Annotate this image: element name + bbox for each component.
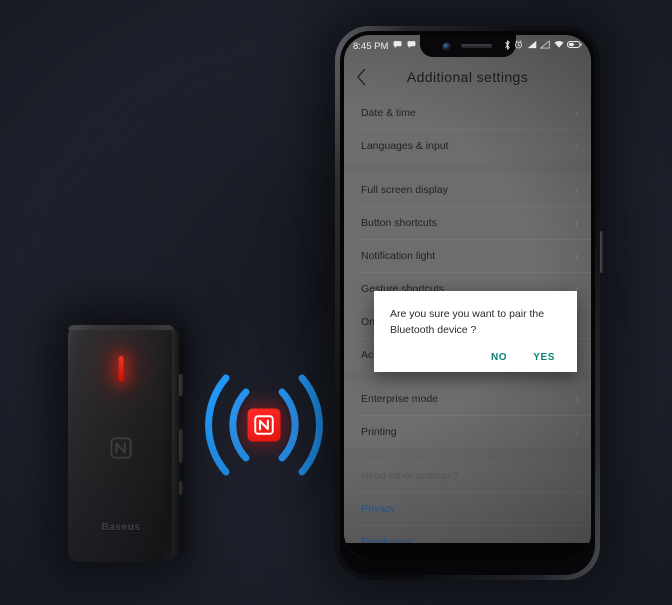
chevron-right-icon: ›	[575, 391, 578, 406]
settings-row-label: Languages & input	[361, 139, 449, 152]
device-side-panel	[172, 329, 183, 557]
dialog-yes-button[interactable]: YES	[533, 352, 555, 363]
settings-section-divider	[344, 371, 591, 382]
settings-row-label: Full screen display	[361, 183, 448, 196]
settings-row-languages-input[interactable]: Languages & input ›	[344, 129, 591, 162]
chat-bubble-icon	[407, 40, 416, 52]
settings-section-divider	[344, 448, 591, 459]
device-top-edge	[68, 325, 174, 330]
settings-link-privacy[interactable]: Privacy	[344, 492, 591, 525]
settings-row-full-screen-display[interactable]: Full screen display ›	[344, 173, 591, 206]
settings-row-label: Button shortcuts	[361, 216, 437, 229]
wifi-icon	[554, 40, 564, 52]
chevron-right-icon: ›	[575, 138, 578, 153]
status-time: 8:45 PM	[353, 40, 389, 52]
status-bar-left: 8:45 PM	[353, 40, 416, 52]
bluetooth-icon	[504, 40, 511, 53]
settings-row-notification-light[interactable]: Notification light ›	[344, 239, 591, 272]
nfc-chip-badge	[247, 408, 281, 442]
nfc-pairing-indicator	[196, 366, 332, 484]
settings-row-enterprise-mode[interactable]: Enterprise mode ›	[344, 382, 591, 415]
phone-screen: 8:45 PM Additional settings Date & time …	[344, 35, 591, 559]
settings-link-label: Privacy	[361, 502, 396, 515]
back-button[interactable]	[344, 57, 378, 96]
phone-bottom-bezel	[344, 543, 591, 559]
nfc-logo-icon	[110, 437, 132, 459]
settings-footer-prompt: Need other settings?	[344, 459, 591, 492]
baseus-bluetooth-transmitter: Baseus	[68, 325, 183, 562]
device-side-button-3	[179, 481, 183, 495]
device-side-button-2	[179, 429, 183, 463]
smartphone: 8:45 PM Additional settings Date & time …	[335, 26, 603, 580]
chevron-right-icon: ›	[575, 248, 578, 263]
back-chevron-icon	[356, 68, 365, 85]
settings-footer-prompt-label: Need other settings?	[361, 469, 458, 482]
device-side-button-1	[179, 374, 183, 396]
bluetooth-pair-dialog: Are you sure you want to pair the Blueto…	[374, 291, 577, 372]
dialog-actions: NO YES	[390, 352, 561, 363]
phone-bezel: 8:45 PM Additional settings Date & time …	[340, 31, 595, 575]
settings-row-label: Printing	[361, 425, 397, 438]
app-bar: Additional settings	[344, 57, 591, 96]
settings-row-label: Notification light	[361, 249, 436, 262]
settings-row-label: Enterprise mode	[361, 392, 439, 405]
signal-bars-icon	[527, 40, 537, 52]
dialog-message: Are you sure you want to pair the Blueto…	[390, 308, 545, 336]
settings-section-divider	[344, 162, 591, 173]
phone-power-button[interactable]	[600, 231, 603, 273]
settings-row-printing[interactable]: Printing ›	[344, 415, 591, 448]
settings-row-label: Date & time	[361, 106, 416, 119]
device-brand-label: Baseus	[101, 522, 141, 533]
status-bar: 8:45 PM	[344, 35, 591, 57]
battery-icon	[567, 40, 582, 52]
chevron-right-icon: ›	[575, 215, 578, 230]
settings-row-button-shortcuts[interactable]: Button shortcuts ›	[344, 206, 591, 239]
settings-list: Date & time › Languages & input › Full s…	[344, 96, 591, 559]
nfc-logo-icon	[254, 415, 274, 435]
device-led-indicator	[118, 356, 124, 382]
alarm-icon	[514, 40, 523, 52]
settings-row-date-time[interactable]: Date & time ›	[344, 96, 591, 129]
scene-background: Baseus 8:45 PM Additional settings Date …	[0, 0, 672, 605]
chat-bubble-icon	[393, 40, 402, 52]
status-bar-right	[504, 40, 583, 53]
chevron-right-icon: ›	[575, 424, 578, 439]
dialog-no-button[interactable]: NO	[491, 352, 507, 363]
page-title: Additional settings	[406, 68, 529, 85]
signal-bars-secondary-icon	[539, 40, 550, 52]
chevron-right-icon: ›	[575, 182, 578, 197]
chevron-right-icon: ›	[575, 105, 578, 120]
